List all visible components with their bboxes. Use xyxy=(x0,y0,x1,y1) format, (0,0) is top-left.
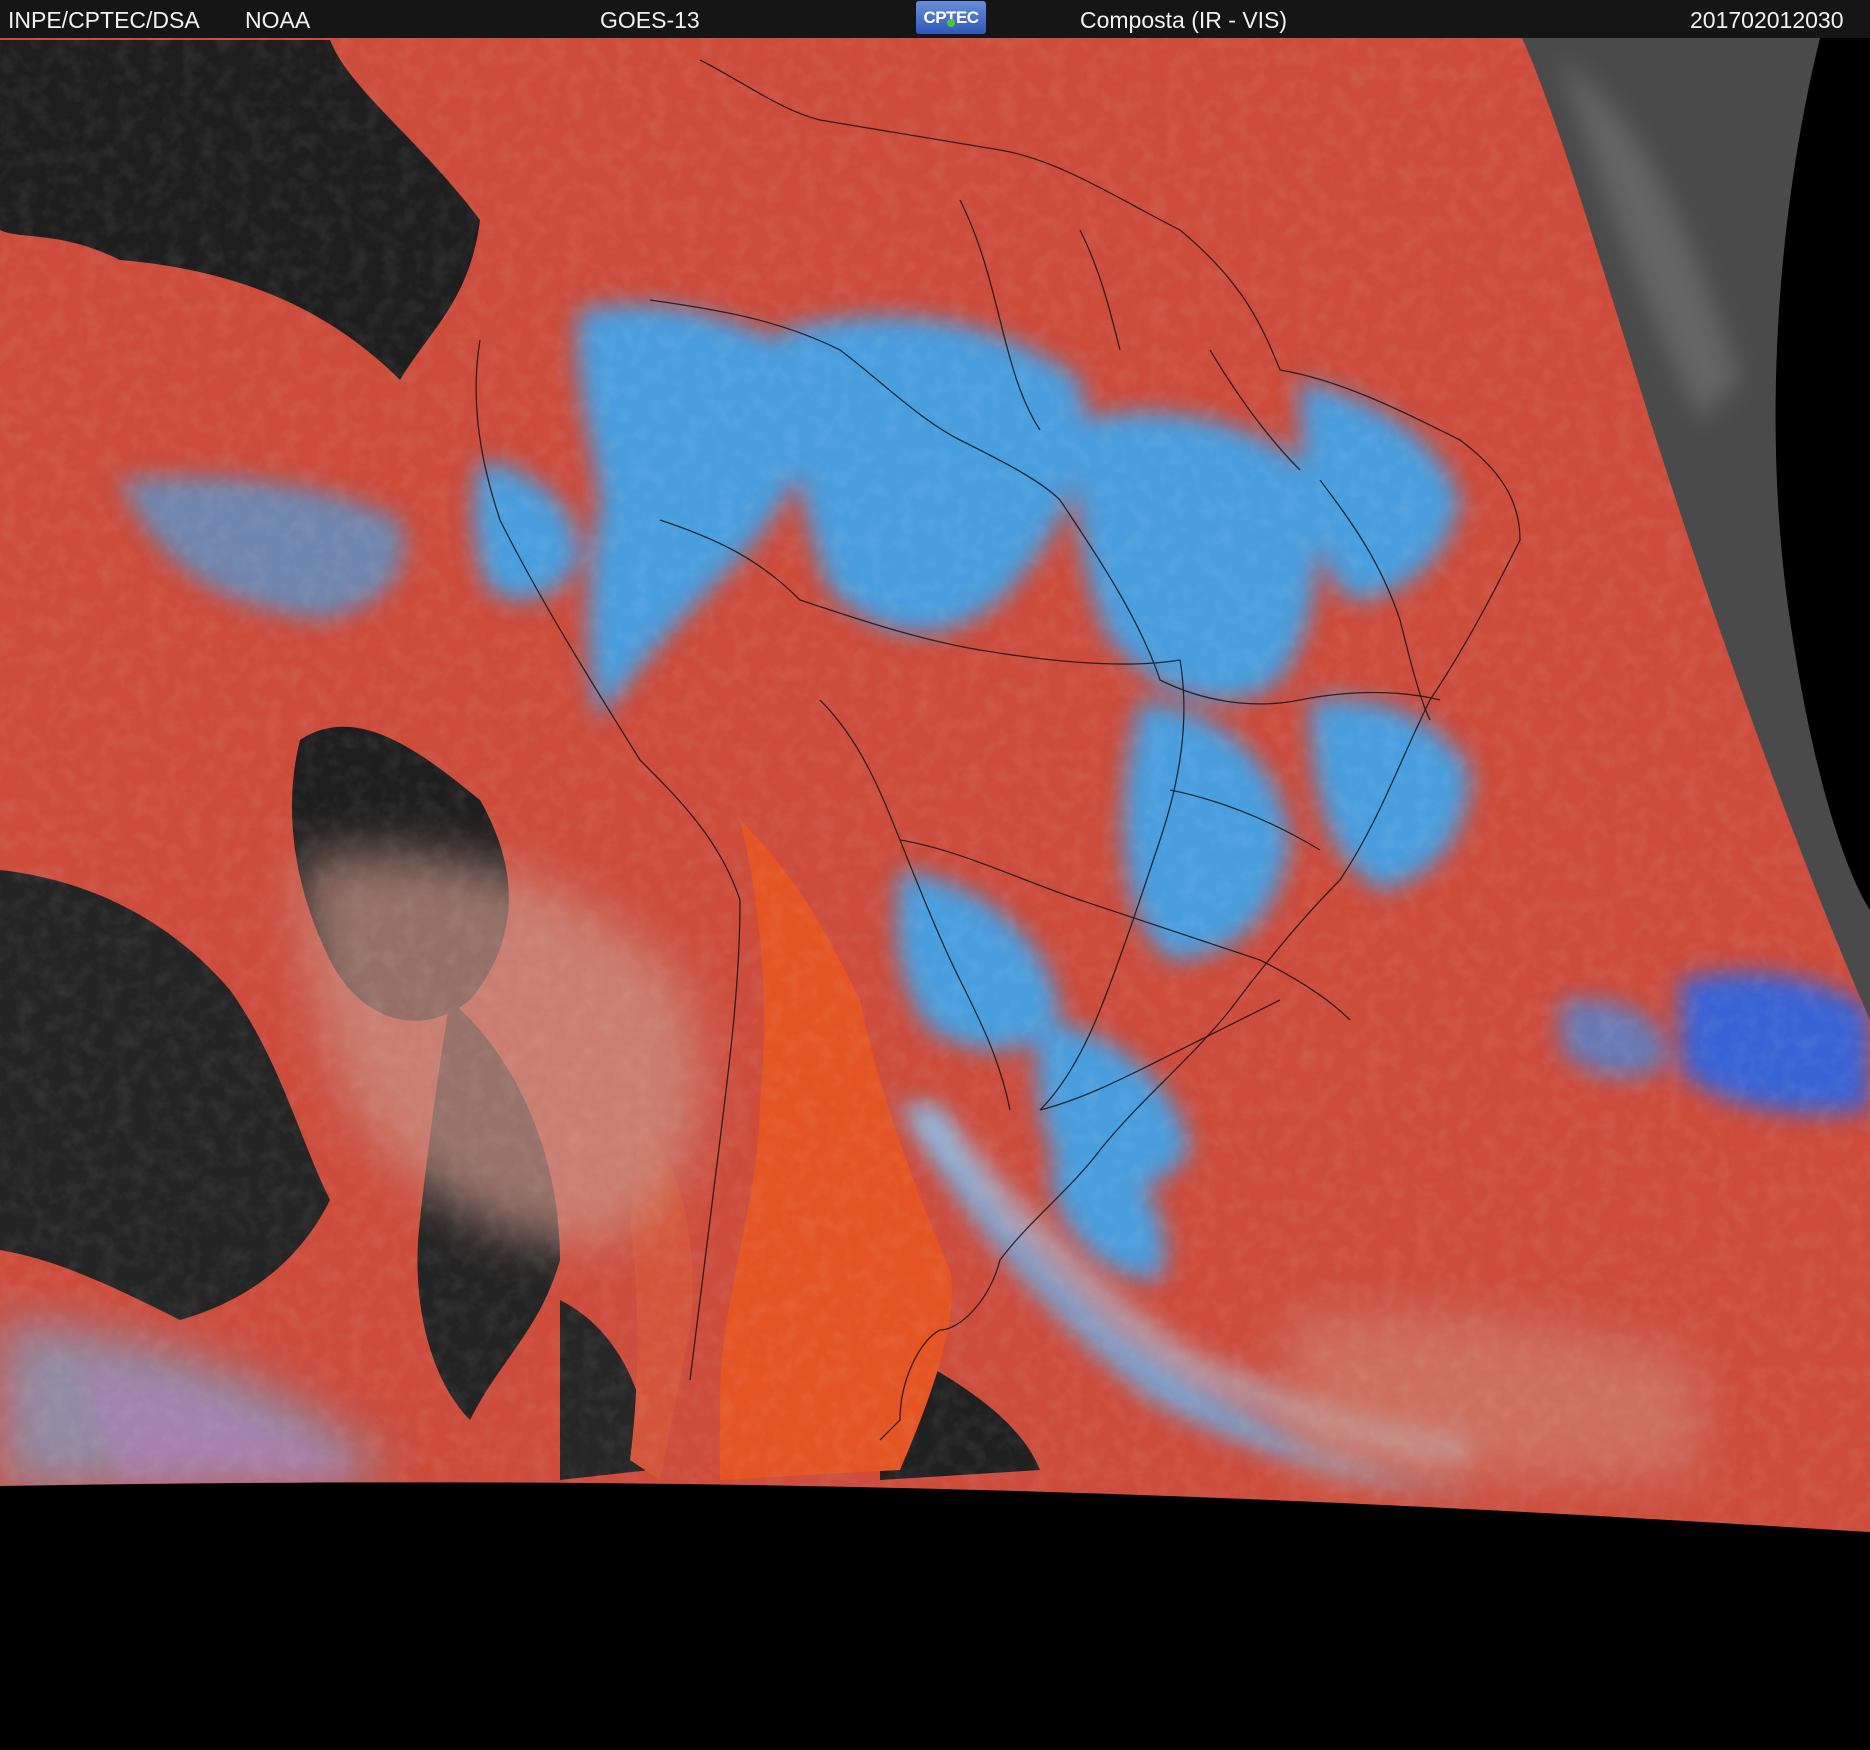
institution-label: INPE/CPTEC/DSA xyxy=(8,7,200,33)
cptec-logo-icon: CPTEC xyxy=(916,1,986,34)
image-header-bar: INPE/CPTEC/DSA NOAA GOES-13 CPTEC Compos… xyxy=(0,0,1870,38)
product-label: Composta (IR - VIS) xyxy=(1080,7,1288,33)
satellite-label: GOES-13 xyxy=(600,7,700,33)
timestamp-label: 201702012030 xyxy=(1690,7,1844,33)
composite-region xyxy=(0,38,1870,1532)
agency-label: NOAA xyxy=(245,7,311,33)
satellite-composite-map xyxy=(0,38,1870,1750)
